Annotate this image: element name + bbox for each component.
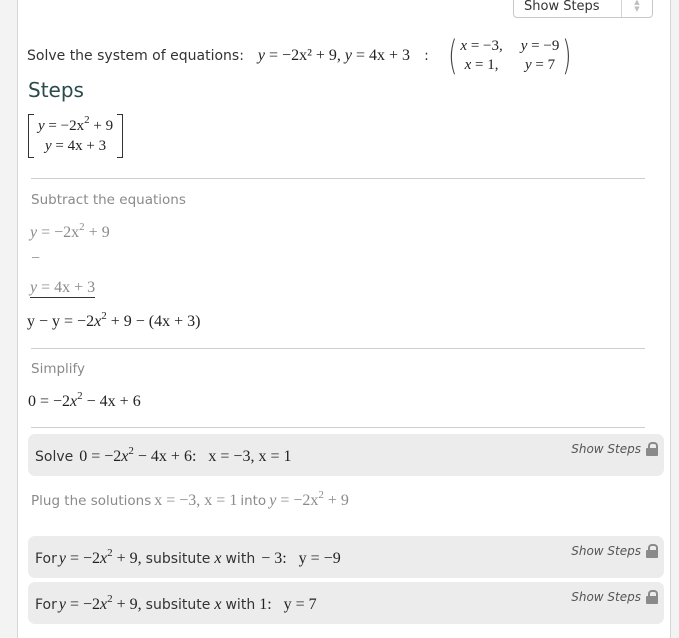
problem-equations: y = −2x² + 9, y = 4x + 3 xyxy=(257,47,411,64)
solve-result: x = −3, x = 1 xyxy=(208,448,292,465)
solution-2-x: x = 1, xyxy=(464,57,499,73)
show-steps-link[interactable]: Show Steps xyxy=(571,590,658,604)
divider xyxy=(31,427,645,428)
select-arrows-icon: ▲ ▼ xyxy=(621,0,652,17)
lock-icon xyxy=(646,590,658,604)
solution-matrix: ( x = −3, y = −9 x = 1, y = 7 ) xyxy=(445,36,575,76)
substitute-step-content: For y = −2x2 + 9, subsitute x with − 3: … xyxy=(35,547,341,568)
step-simplify-title: Simplify xyxy=(31,361,86,377)
problem-colon: : xyxy=(424,48,429,64)
show-steps-link[interactable]: Show Steps xyxy=(571,544,658,558)
solution-1-y: y = −9 xyxy=(520,38,560,54)
substitute-step-card: For y = −2x2 + 9, subsitute x with − 3: … xyxy=(28,536,664,578)
steps-heading: Steps xyxy=(28,78,84,102)
system-eq2: y = 4x + 3 xyxy=(44,138,107,154)
problem-eq1: −2x² + 9 xyxy=(282,47,337,64)
show-steps-dropdown-label: Show Steps xyxy=(524,0,600,14)
right-bracket xyxy=(117,114,124,158)
substitute-result: y = 7 xyxy=(283,596,317,613)
right-paren: ) xyxy=(562,33,572,79)
subtract-eq1: y = −2x2 + 9 xyxy=(30,221,110,242)
solution-1-x: x = −3, xyxy=(460,38,503,54)
substitute-step-card: For y = −2x2 + 9, subsitute x with 1: y … xyxy=(28,582,664,624)
solve-step-card: Solve 0 = −2x2 − 4x + 6: x = −3, x = 1 S… xyxy=(28,434,664,476)
show-steps-link[interactable]: Show Steps xyxy=(571,442,658,456)
lock-icon xyxy=(646,544,658,558)
solution-2-y: y = 7 xyxy=(524,57,556,73)
subtract-minus-sign: − xyxy=(31,250,41,267)
divider xyxy=(31,178,645,179)
step-subtract-title: Subtract the equations xyxy=(31,192,186,208)
lock-icon xyxy=(646,442,658,456)
substitute-result: y = −9 xyxy=(298,550,341,567)
problem-label: Solve the system of equations: xyxy=(27,48,244,64)
left-paren: ( xyxy=(447,33,458,79)
substitute-step-content: For y = −2x2 + 9, subsitute x with 1: y … xyxy=(35,593,317,614)
subtract-eq2: y = 4x + 3 xyxy=(30,279,96,298)
simplify-result: 0 = −2x2 − 4x + 6 xyxy=(28,390,141,411)
problem-eq2: 4x + 3 xyxy=(369,47,411,64)
plug-solutions-step: Plug the solutions x = −3, x = 1 into y … xyxy=(31,489,349,510)
subtract-result: y − y = −2x2 + 9 − (4x + 3) xyxy=(27,310,201,331)
solve-step-content: Solve 0 = −2x2 − 4x + 6: x = −3, x = 1 xyxy=(35,445,292,466)
show-steps-dropdown[interactable]: Show Steps ▲ ▼ xyxy=(513,0,653,18)
equation-system: y = −2x2 + 9 y = 4x + 3 xyxy=(28,114,124,158)
problem-statement: Solve the system of equations: y = −2x² … xyxy=(27,36,575,76)
system-eq1: y = −2x2 + 9 xyxy=(38,114,114,135)
divider xyxy=(31,348,645,349)
